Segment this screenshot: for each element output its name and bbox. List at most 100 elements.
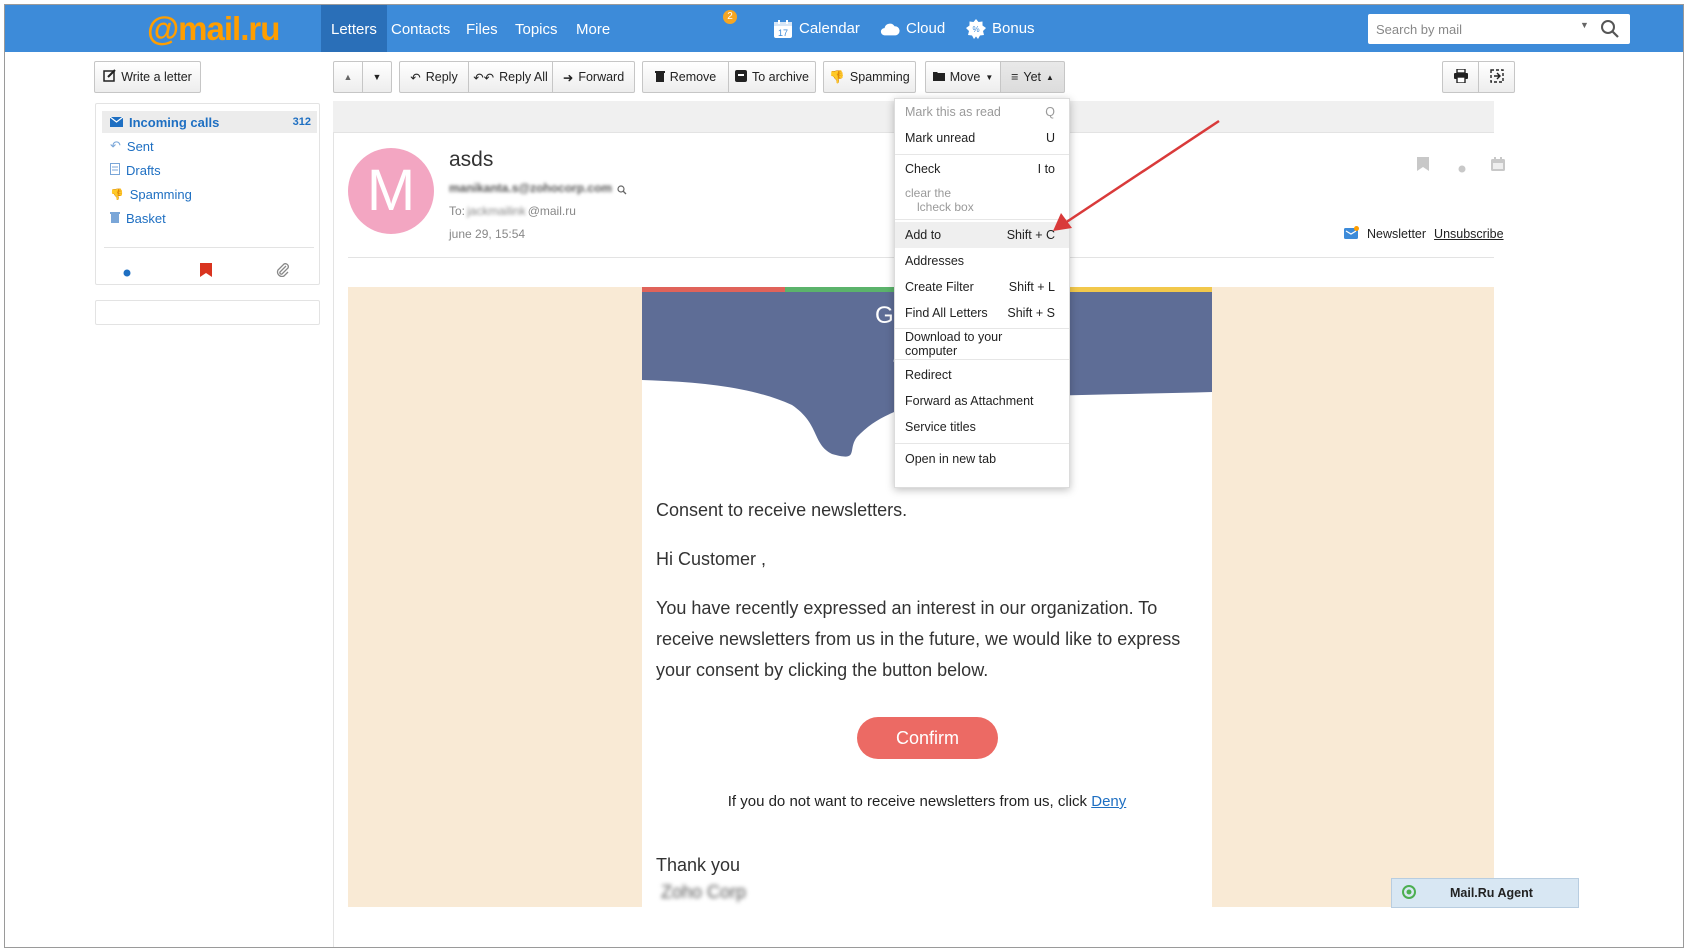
unread-filter-icon[interactable] bbox=[123, 265, 131, 280]
menu-create-filter[interactable]: Create Filter Shift + L bbox=[895, 274, 1069, 300]
reply-all-icon: ↶↶ bbox=[473, 70, 495, 85]
recipient-local[interactable]: jackmailink bbox=[467, 204, 526, 218]
flag-icon[interactable] bbox=[1417, 157, 1429, 174]
mailru-agent-bar[interactable]: Mail.Ru Agent bbox=[1391, 878, 1579, 908]
nav-more[interactable]: More bbox=[566, 5, 620, 52]
print-icon bbox=[1453, 67, 1468, 86]
folder-drafts[interactable]: Drafts bbox=[102, 159, 317, 181]
sender-search-icon[interactable] bbox=[617, 183, 627, 198]
reply-button[interactable]: ↶ Reply bbox=[399, 61, 469, 93]
consent-paragraph: You have recently expressed an interest … bbox=[656, 598, 1181, 680]
nav-contacts[interactable]: Contacts bbox=[381, 5, 460, 52]
nav-files[interactable]: Files bbox=[456, 5, 508, 52]
unsubscribe-link[interactable]: Unsubscribe bbox=[1434, 227, 1503, 241]
menu-addresses[interactable]: Addresses bbox=[895, 248, 1069, 274]
cloud-label: Cloud bbox=[906, 20, 946, 37]
move-group: Move ▼ ≡ Yet ▲ bbox=[925, 61, 1065, 93]
newsletter-icon bbox=[1344, 226, 1359, 242]
calendar-event-icon[interactable] bbox=[1491, 157, 1505, 174]
calendar-day: 17 bbox=[778, 28, 788, 38]
flag-filter-icon[interactable] bbox=[200, 263, 212, 280]
write-letter-button[interactable]: Write a letter bbox=[94, 61, 201, 93]
menu-mark-read[interactable]: Mark this as read Q bbox=[895, 99, 1069, 125]
arrow-shaft bbox=[1064, 119, 1220, 225]
menu-divider bbox=[895, 328, 1069, 329]
message-date: june 29, 15:54 bbox=[449, 227, 526, 241]
company-signature: Zoho Corp bbox=[661, 882, 747, 902]
folder-incoming-calls[interactable]: Incoming calls 312 bbox=[102, 111, 317, 133]
thanks-text: Thank you bbox=[656, 855, 741, 875]
spam-icon: 👎 bbox=[110, 188, 124, 201]
search-input[interactable] bbox=[1376, 20, 1576, 38]
cloud-icon bbox=[880, 19, 900, 39]
greeting-text: Hi Customer , bbox=[656, 549, 767, 569]
bonus-link[interactable]: % Bonus bbox=[966, 5, 1035, 52]
newsletter-row: Newsletter Unsubscribe bbox=[1344, 226, 1504, 242]
menu-find-all-letters[interactable]: Find All Letters Shift + S bbox=[895, 300, 1069, 326]
sender-address[interactable]: manikanta.s@zohocorp.com bbox=[449, 181, 612, 195]
next-letter-button[interactable]: ▼ bbox=[362, 61, 392, 93]
remove-group: Remove To archive bbox=[642, 61, 816, 93]
menu-mark-unread[interactable]: Mark unread U bbox=[895, 125, 1069, 151]
attachment-filter-icon[interactable] bbox=[276, 263, 290, 280]
sidebar-divider bbox=[104, 247, 314, 248]
deny-link[interactable]: Deny bbox=[1091, 793, 1126, 810]
search-dropdown-icon[interactable]: ▼ bbox=[1580, 20, 1589, 30]
menu-divider bbox=[895, 154, 1069, 155]
nav-topics[interactable]: Topics bbox=[505, 5, 568, 52]
menu-service-titles[interactable]: Service titles bbox=[895, 414, 1069, 440]
forward-icon: ➜ bbox=[562, 70, 574, 85]
menu-redirect[interactable]: Redirect bbox=[895, 362, 1069, 388]
reply-all-button[interactable]: ↶↶ Reply All bbox=[468, 61, 553, 93]
nav-letters[interactable]: Letters bbox=[321, 5, 387, 52]
cloud-link[interactable]: Cloud bbox=[880, 5, 945, 52]
arrow-head bbox=[1053, 213, 1072, 231]
folder-basket[interactable]: Basket bbox=[102, 207, 317, 229]
recipient-line: To: jackmailink @mail.ru bbox=[449, 204, 576, 218]
spamming-button[interactable]: 👎 Spamming bbox=[823, 61, 916, 93]
menu-clear-checkbox[interactable]: clear the lcheck box bbox=[895, 185, 1069, 215]
drafts-icon bbox=[110, 162, 120, 178]
app-window: @mail.ru Letters Contacts Files Topics M… bbox=[4, 4, 1684, 948]
sidebar-filters bbox=[96, 259, 321, 283]
deny-line: If you do not want to receive newsletter… bbox=[727, 793, 1127, 810]
menu-check[interactable]: Check I to bbox=[895, 156, 1069, 182]
message-subject: asds bbox=[449, 148, 494, 171]
recipient-domain: @mail.ru bbox=[527, 204, 576, 218]
view-group bbox=[1442, 61, 1515, 93]
reply-group: ↶ Reply ↶↶ Reply All ➜ Forward bbox=[399, 61, 635, 93]
arrow-down-icon: ▼ bbox=[372, 72, 382, 82]
top-bar: @mail.ru Letters Contacts Files Topics M… bbox=[5, 5, 1683, 52]
confirm-button[interactable]: Confirm bbox=[857, 717, 998, 759]
compose-icon bbox=[103, 69, 116, 85]
trash-icon bbox=[110, 211, 120, 226]
print-button[interactable] bbox=[1442, 61, 1479, 93]
menu-lines-icon: ≡ bbox=[1011, 70, 1019, 84]
consent-heading: Consent to receive newsletters. bbox=[656, 500, 908, 520]
previous-letter-button[interactable]: ▲ bbox=[333, 61, 363, 93]
agent-status-icon bbox=[1402, 884, 1416, 902]
menu-forward-attachment[interactable]: Forward as Attachment bbox=[895, 388, 1069, 414]
mailru-logo[interactable]: @mail.ru bbox=[147, 9, 280, 49]
folder-spamming[interactable]: 👎 Spamming bbox=[102, 183, 317, 205]
menu-add-to[interactable]: Add to Shift + C bbox=[895, 222, 1069, 248]
unread-count: 312 bbox=[292, 116, 311, 128]
folder-sidebar: Incoming calls 312 ↶ Sent Drafts 👎 Spamm… bbox=[95, 103, 320, 285]
menu-open-new-tab[interactable]: Open in new tab bbox=[895, 446, 1069, 472]
notification-badge[interactable]: 2 bbox=[723, 10, 737, 24]
thumbs-down-icon: 👎 bbox=[829, 69, 845, 84]
yet-button[interactable]: ≡ Yet ▲ bbox=[1000, 61, 1065, 93]
calendar-link[interactable]: 17 Calendar bbox=[773, 5, 860, 52]
remove-button[interactable]: Remove bbox=[642, 61, 729, 93]
search-icon[interactable] bbox=[1600, 19, 1622, 39]
archive-button[interactable]: To archive bbox=[728, 61, 816, 93]
sent-icon: ↶ bbox=[110, 138, 121, 153]
bonus-icon: % bbox=[966, 18, 986, 39]
forward-button[interactable]: ➜ Forward bbox=[552, 61, 635, 93]
folder-sent[interactable]: ↶ Sent bbox=[102, 135, 317, 157]
read-status-icon[interactable] bbox=[1458, 161, 1466, 176]
layout-toggle-button[interactable] bbox=[1478, 61, 1515, 93]
menu-download[interactable]: Download to your computer bbox=[895, 330, 1069, 358]
move-button[interactable]: Move ▼ bbox=[925, 61, 1001, 93]
annotation-arrow bbox=[1053, 119, 1220, 231]
